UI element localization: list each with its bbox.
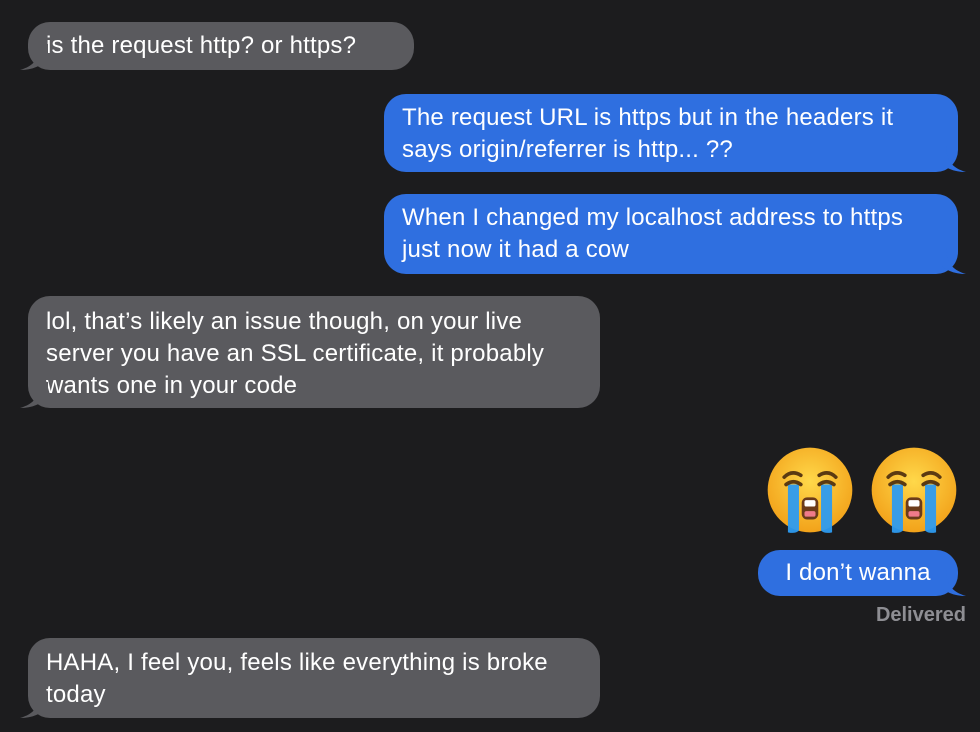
sent-message-bubble[interactable]: When I changed my localhost address to h… (384, 194, 966, 274)
loudly-crying-face-icon[interactable] (764, 444, 856, 536)
bubble-tail-icon (20, 44, 48, 70)
message-text: The request URL is https but in the head… (402, 104, 894, 163)
loudly-crying-face-icon[interactable] (868, 444, 960, 536)
message-text: HAHA, I feel you, feels like everything … (46, 649, 548, 708)
sent-message-bubble[interactable]: The request URL is https but in the head… (384, 94, 966, 172)
sent-message-bubble[interactable]: I don’t wanna (758, 550, 966, 596)
delivered-status: Delivered (875, 604, 966, 626)
bubble-tail-icon (20, 692, 48, 718)
received-message-bubble[interactable]: HAHA, I feel you, feels like everything … (20, 638, 600, 718)
received-message-bubble[interactable]: lol, that’s likely an issue though, on y… (20, 296, 600, 408)
message-text: I don’t wanna (785, 559, 931, 586)
received-message-bubble[interactable]: is the request http? or https? (20, 22, 414, 70)
bubble-tail-icon (938, 248, 966, 274)
bubble-tail-icon (938, 570, 966, 596)
message-text: lol, that’s likely an issue though, on y… (46, 308, 545, 399)
bubble-tail-icon (20, 382, 48, 408)
bubble-tail-icon (938, 146, 966, 172)
message-text: is the request http? or https? (46, 32, 357, 59)
message-text: When I changed my localhost address to h… (402, 204, 904, 263)
